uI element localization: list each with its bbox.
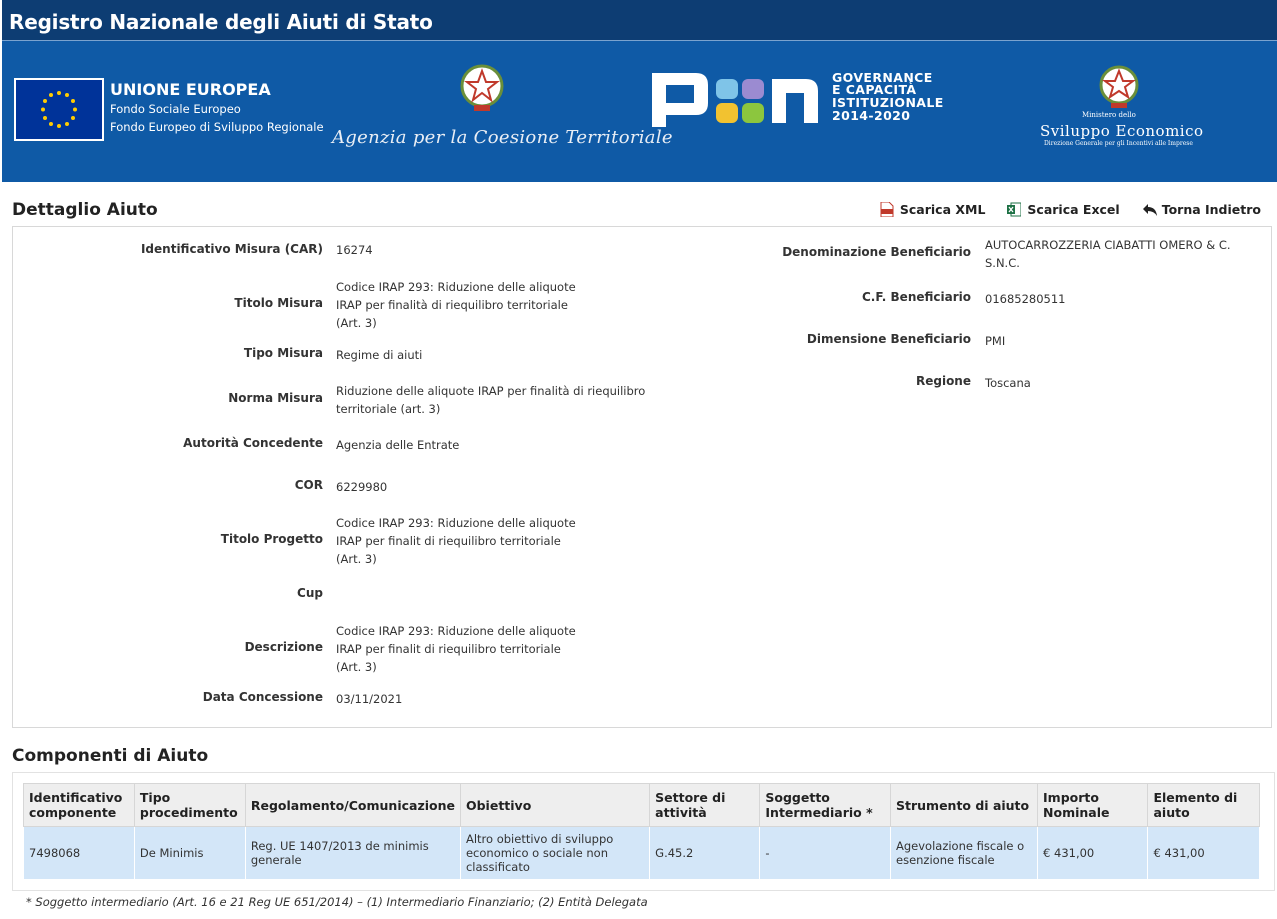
excel-file-icon bbox=[1007, 202, 1022, 217]
table-body: 7498068 De Minimis Reg. UE 1407/2013 de mi… bbox=[23, 826, 1260, 880]
field-value-left-2: Regime di aiuti bbox=[336, 348, 423, 362]
agency-logo-text: Agenzia per la Coesione Territoriale bbox=[332, 127, 673, 148]
pon-text-4: 2014-2020 bbox=[832, 108, 911, 123]
field-value-right-3: Toscana bbox=[985, 376, 1031, 390]
field-value-left-6: Codice IRAP 293: Riduzione delle aliquot… bbox=[336, 516, 576, 566]
field-value-left-0: 16274 bbox=[336, 243, 373, 257]
app-title: Registro Nazionale degli Aiuti di Stato bbox=[9, 10, 433, 34]
field-label-left-5: COR bbox=[294, 478, 323, 492]
ministry-small-text: Ministero dello bbox=[1082, 111, 1136, 119]
eu-fund-1: Fondo Sociale Europeo bbox=[110, 102, 241, 116]
republic-emblem-icon bbox=[457, 61, 507, 113]
table-cell: De Minimis bbox=[133, 826, 246, 880]
column-header: Importo Nominale bbox=[1037, 783, 1149, 827]
xml-file-icon bbox=[880, 201, 894, 218]
eu-fund-2: Fondo Europeo di Sviluppo Regionale bbox=[110, 120, 324, 134]
table-cell: Agevolazione fiscale o esenzione fiscale bbox=[889, 826, 1039, 880]
field-label-left-2: Tipo Misura bbox=[243, 346, 323, 360]
field-value-left-8: Codice IRAP 293: Riduzione delle aliquot… bbox=[336, 624, 576, 674]
table-cell: - bbox=[759, 826, 891, 880]
field-label-left-6: Titolo Progetto bbox=[220, 532, 323, 546]
column-header: Identificativo componente bbox=[23, 783, 135, 827]
table-cell: Reg. UE 1407/2013 de minimis generale bbox=[244, 826, 461, 880]
column-header: Obiettivo bbox=[459, 783, 651, 827]
field-value-left-3: Riduzione delle aliquote IRAP per finali… bbox=[336, 384, 646, 416]
footnote: * Soggetto intermediario (Art. 16 e 21 R… bbox=[26, 895, 648, 909]
table-cell: 7498068 bbox=[23, 826, 135, 880]
table-cell: Altro obiettivo di sviluppo economico o … bbox=[459, 826, 651, 880]
download-xml-button[interactable]: Scarica XML bbox=[880, 201, 986, 218]
field-label-right-0: Denominazione Beneficiario bbox=[782, 245, 971, 259]
components-table: Identificativo componente Tipo procedimen… bbox=[23, 783, 1260, 880]
column-header: Soggetto Intermediario * bbox=[759, 783, 891, 827]
ministry-subtitle: Direzione Generale per gli Incentivi all… bbox=[1044, 140, 1193, 147]
field-label-left-9: Data Concessione bbox=[202, 690, 323, 704]
table-row[interactable]: 7498068 De Minimis Reg. UE 1407/2013 de mi… bbox=[23, 826, 1260, 880]
back-arrow-icon bbox=[1142, 202, 1157, 217]
field-value-left-1: Codice IRAP 293: Riduzione delle aliquot… bbox=[336, 280, 576, 330]
back-button[interactable]: Torna Indietro bbox=[1142, 202, 1261, 217]
table-cell: € 431,00 bbox=[1147, 826, 1260, 880]
field-value-right-0: AUTOCARROZZERIA CIABATTI OMERO & C. S.N.… bbox=[985, 238, 1231, 270]
components-title: Componenti di Aiuto bbox=[12, 746, 209, 766]
field-label-left-1: Titolo Misura bbox=[234, 296, 323, 310]
column-header: Strumento di aiuto bbox=[889, 783, 1039, 827]
column-header: Settore di attività bbox=[649, 783, 761, 827]
field-label-right-1: C.F. Beneficiario bbox=[862, 290, 971, 304]
table-header-row: Identificativo componente Tipo procedimen… bbox=[23, 783, 1260, 827]
detail-title: Dettaglio Aiuto bbox=[12, 200, 158, 220]
field-label-right-3: Regione bbox=[915, 374, 971, 388]
column-header: Elemento di aiuto bbox=[1147, 783, 1260, 827]
field-label-left-0: Identificativo Misura (CAR) bbox=[140, 242, 323, 256]
field-value-left-9: 03/11/2021 bbox=[336, 692, 403, 706]
table-cell: € 431,00 bbox=[1037, 826, 1149, 880]
field-label-left-4: Autorità Concedente bbox=[183, 436, 323, 450]
field-label-right-2: Dimensione Beneficiario bbox=[806, 332, 971, 346]
download-excel-label: Scarica Excel bbox=[1027, 202, 1120, 217]
table-cell: G.45.2 bbox=[649, 826, 761, 880]
eu-flag-icon bbox=[14, 78, 104, 141]
field-value-left-4: Agenzia delle Entrate bbox=[336, 438, 460, 452]
column-header: Regolamento/Comunicazione bbox=[244, 783, 461, 827]
pon-logo-icon bbox=[650, 71, 820, 127]
detail-actions: Scarica XML Scarica Excel Torna Indietro bbox=[880, 201, 1261, 218]
back-label: Torna Indietro bbox=[1161, 202, 1261, 217]
ministry-name: Sviluppo Economico bbox=[1040, 122, 1204, 140]
field-label-left-8: Descrizione bbox=[244, 640, 323, 654]
field-value-left-5: 6229980 bbox=[336, 480, 388, 494]
column-header: Tipo procedimento bbox=[133, 783, 246, 827]
field-value-right-1: 01685280511 bbox=[985, 292, 1066, 306]
eu-title: UNIONE EUROPEA bbox=[110, 80, 271, 99]
field-label-left-3: Norma Misura bbox=[228, 391, 323, 405]
download-excel-button[interactable]: Scarica Excel bbox=[1007, 202, 1120, 217]
ministry-emblem-icon bbox=[1094, 61, 1144, 113]
field-value-right-2: PMI bbox=[985, 334, 1006, 348]
download-xml-label: Scarica XML bbox=[899, 202, 986, 217]
app-header: Registro Nazionale degli Aiuti di Stato bbox=[2, 0, 1277, 41]
field-label-left-7: Cup bbox=[297, 586, 323, 600]
banner: UNIONE EUROPEA Fondo Sociale Europeo Fon… bbox=[2, 41, 1277, 182]
